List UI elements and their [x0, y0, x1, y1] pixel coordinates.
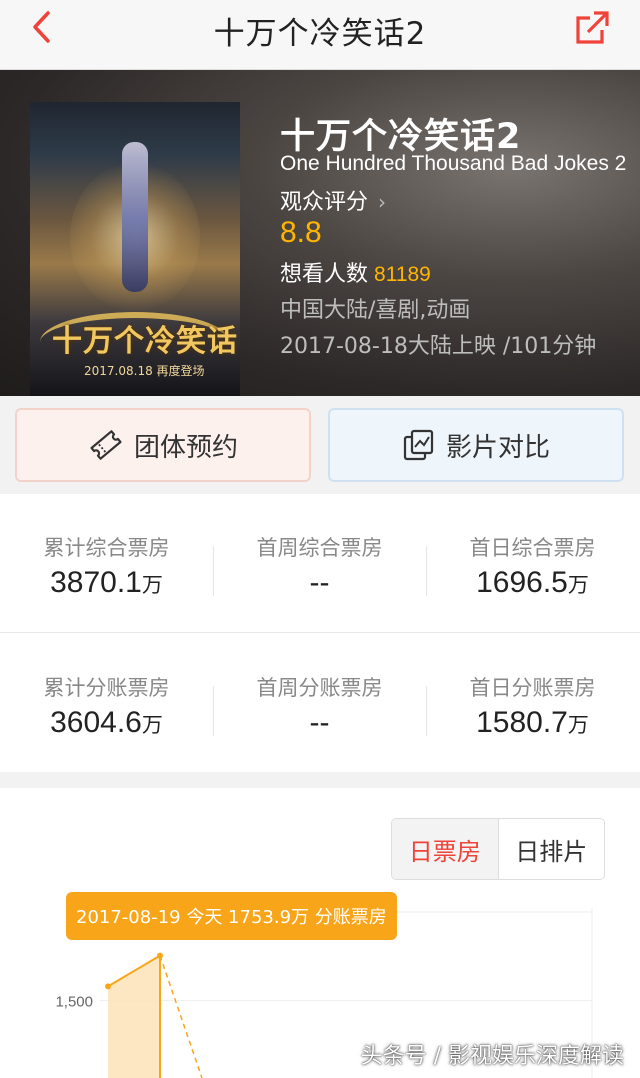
share-icon[interactable]: [572, 8, 612, 48]
compare-label: 影片对比: [445, 432, 550, 463]
data-point: [105, 983, 111, 990]
stat-number: 3870.1: [50, 566, 142, 599]
stat-value: 1580.7万: [426, 706, 639, 740]
compare-chart-icon: [403, 429, 434, 461]
want-label: 想看人数: [280, 262, 369, 287]
poster-title: 十万个冷笑话: [52, 324, 238, 359]
rating-label: 观众评分: [280, 190, 369, 215]
ticket-icon: [90, 430, 122, 460]
rating-link[interactable]: 观众评分 ›: [280, 184, 386, 216]
poster-date: 2017.08.18 再度登场: [84, 364, 205, 378]
want-count: 81189: [374, 263, 431, 286]
stat-value: 1696.5万: [426, 566, 639, 600]
stat-cell[interactable]: 首日分账票房 1580.7万: [426, 634, 639, 773]
series-area: [108, 955, 160, 1078]
box-office-chart-card: 日票房 日排片 1,0001,5002, 2017-08-19 今天 1753.…: [0, 788, 640, 1078]
stats-row-split: 累计分账票房 3604.6万 首周分账票房 -- 首日分账票房 1580.7万: [0, 634, 640, 773]
nav-bar: 十万个冷笑话2: [0, 0, 640, 70]
movie-header: 十万个冷笑话 2017.08.18 再度登场 十万个冷笑话2 One Hundr…: [0, 70, 640, 396]
stat-label: 首周综合票房: [256, 536, 383, 560]
stat-number: --: [309, 566, 330, 599]
box-office-stats: 累计综合票房 3870.1万 首周综合票房 -- 首日综合票房 1696.5万 …: [0, 494, 640, 772]
poster-figure: [122, 142, 148, 292]
action-buttons: 团体预约 影片对比: [0, 396, 640, 494]
tab-daily-screenings[interactable]: 日排片: [498, 819, 604, 879]
stat-unit: 万: [567, 573, 589, 597]
stat-cell[interactable]: 首周综合票房 --: [213, 494, 426, 633]
movie-title-en: One Hundred Thousand Bad Jokes 2: [280, 152, 627, 175]
chevron-right-icon: ›: [378, 190, 387, 214]
stat-number: --: [309, 706, 330, 739]
stat-value: 3604.6万: [0, 706, 213, 740]
stat-label: 累计分账票房: [43, 676, 170, 700]
compare-button[interactable]: 影片对比: [328, 408, 624, 482]
page-title: 十万个冷笑话2: [213, 16, 427, 52]
y-tick-label: 1,500: [55, 994, 93, 1011]
stat-number: 1580.7: [476, 706, 568, 739]
rating-score: 8.8: [280, 216, 322, 249]
group-booking-button[interactable]: 团体预约: [15, 408, 311, 482]
group-booking-label: 团体预约: [133, 432, 238, 463]
stat-value: --: [213, 566, 426, 600]
stat-label: 首日分账票房: [469, 676, 596, 700]
stat-unit: 万: [567, 713, 589, 737]
stat-label: 首日综合票房: [469, 536, 596, 560]
movie-poster[interactable]: 十万个冷笑话 2017.08.18 再度登场: [30, 102, 240, 396]
chart-tooltip: 2017-08-19 今天 1753.9万 分账票房: [66, 892, 397, 940]
stat-cell[interactable]: 首周分账票房 --: [213, 634, 426, 773]
stat-label: 累计综合票房: [43, 536, 170, 560]
tab-daily-box-office[interactable]: 日票房: [392, 819, 499, 879]
stat-value: --: [213, 706, 426, 740]
stat-label: 首周分账票房: [256, 676, 383, 700]
stats-row-overall: 累计综合票房 3870.1万 首周综合票房 -- 首日综合票房 1696.5万: [0, 494, 640, 633]
stat-cell[interactable]: 累计综合票房 3870.1万: [0, 494, 213, 633]
stat-number: 1696.5: [476, 566, 568, 599]
movie-release: 2017-08-18大陆上映 /101分钟: [280, 334, 597, 359]
chart-tab-switch: 日票房 日排片: [391, 818, 605, 880]
projection-line: [159, 955, 203, 1078]
stat-value: 3870.1万: [0, 566, 213, 600]
stat-cell[interactable]: 累计分账票房 3604.6万: [0, 634, 213, 773]
stat-cell[interactable]: 首日综合票房 1696.5万: [426, 494, 639, 633]
data-point: [157, 952, 163, 959]
movie-genre: 中国大陆/喜剧,动画: [280, 298, 471, 323]
stat-unit: 万: [141, 573, 163, 597]
want-to-watch: 想看人数 81189: [280, 256, 431, 288]
stat-number: 3604.6: [50, 706, 142, 739]
watermark-text: 头条号 / 影视娱乐深度解读: [360, 1044, 624, 1069]
stat-unit: 万: [141, 713, 163, 737]
